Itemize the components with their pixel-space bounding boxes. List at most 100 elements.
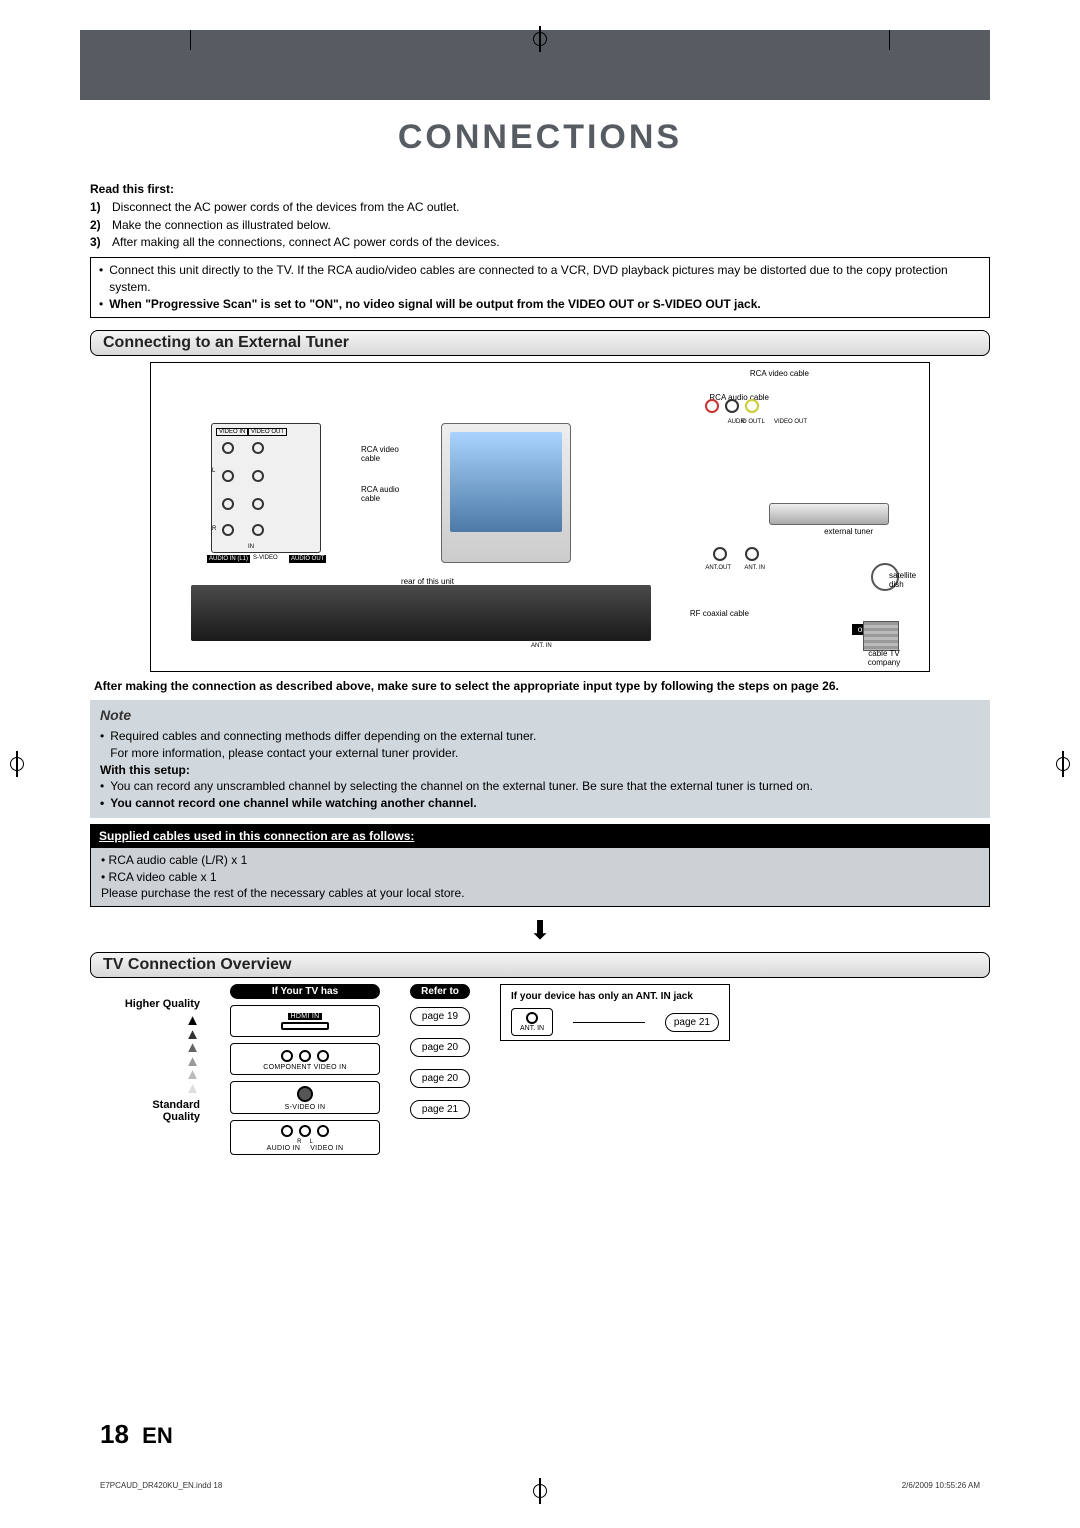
crop-bar (190, 30, 191, 50)
supplied-line-3: Please purchase the rest of the necessar… (101, 885, 979, 902)
step-num: 1) (90, 199, 108, 216)
section-tv-overview: TV Connection Overview (90, 952, 990, 978)
audio-in-label: AUDIO IN (267, 1145, 301, 1152)
cable-company-icon (863, 621, 899, 651)
ant-panel: If your device has only an ANT. IN jack … (500, 984, 730, 1041)
supplied-cables-box: Supplied cables used in this connection … (90, 824, 990, 907)
video-in-label: VIDEO IN (310, 1145, 343, 1152)
label-ant-out: ANT.OUT (705, 565, 731, 571)
label-ant-in: ANT. IN (531, 643, 552, 649)
av-box: R L AUDIO IN VIDEO IN (230, 1120, 380, 1155)
label-video-in-top: VIDEO IN (216, 428, 248, 436)
refer-column: Refer to page 19 page 20 page 20 page 21 (410, 984, 470, 1131)
read-first-heading: Read this first: (90, 182, 174, 196)
refer-to-pill: Refer to (410, 984, 470, 999)
bullet-icon: • (99, 262, 103, 296)
port-icon (222, 524, 234, 536)
label-r-tv: R (741, 419, 745, 425)
external-tuner-icon (769, 503, 889, 525)
label-rf-coaxial: RF coaxial cable (690, 609, 749, 618)
label-ant-in2: ANT. IN (744, 565, 765, 571)
page-title: CONNECTIONS (90, 100, 990, 175)
hdmi-label: HDMI IN (288, 1013, 323, 1020)
page-footer: 18 EN (100, 1419, 173, 1450)
crop-mark-top (533, 32, 547, 46)
ports-column: If Your TV has HDMI IN COMPONENT VIDEO I… (230, 984, 380, 1161)
step-text: After making all the connections, connec… (112, 234, 500, 251)
jack-icon (317, 1050, 329, 1062)
label-audio-out2: AUDIO OUT (289, 555, 326, 563)
select-input-note: After making the connection as described… (94, 678, 986, 695)
note-line-1: Required cables and connecting methods d… (110, 729, 536, 743)
section-connecting-tuner: Connecting to an External Tuner (90, 330, 990, 356)
jack-icon (299, 1050, 311, 1062)
jack-icon (281, 1050, 293, 1062)
step-row: 3) After making all the connections, con… (90, 234, 990, 251)
note-line-4: You cannot record one channel while watc… (110, 795, 477, 812)
page-ref-20a: page 20 (410, 1038, 470, 1057)
hdmi-box: HDMI IN (230, 1005, 380, 1037)
port-icon (222, 498, 234, 510)
supplied-heading: Supplied cables used in this connection … (91, 825, 989, 848)
port-icon (252, 470, 264, 482)
bullet-icon: • (100, 778, 104, 795)
note-line-2: For more information, please contact you… (110, 746, 458, 760)
label-cable-tv: cable TV company (861, 649, 907, 667)
note-title: Note (100, 706, 980, 726)
higher-quality-label: Higher Quality (120, 998, 200, 1010)
intro-block: Read this first: 1) Disconnect the AC po… (90, 181, 990, 251)
page-number: 18 (100, 1419, 129, 1449)
warning-box: • Connect this unit directly to the TV. … (90, 257, 990, 317)
supplied-line-2: • RCA video cable x 1 (101, 869, 979, 886)
standard-quality-label: Standard Quality (120, 1099, 200, 1123)
page-lang: EN (142, 1423, 173, 1448)
with-setup-heading: With this setup: (100, 763, 190, 777)
svideo-box: S-VIDEO IN (230, 1081, 380, 1114)
port-icon (713, 547, 727, 561)
jack-icon (281, 1125, 293, 1137)
port-icon (252, 442, 264, 454)
port-icon (252, 524, 264, 536)
print-timestamp: 2/6/2009 10:55:26 AM (902, 1481, 980, 1490)
label-video-out-top: VIDEO OUT (248, 428, 287, 436)
page-ref-21b: page 21 (665, 1013, 719, 1032)
label-rca-video-cable2: RCA video cable (361, 445, 407, 463)
crop-mark-left (10, 757, 24, 771)
svideo-jack-icon (297, 1086, 313, 1102)
warning-text-1: Connect this unit directly to the TV. If… (109, 262, 981, 296)
step-num: 3) (90, 234, 108, 251)
label-s-video: S-VIDEO (253, 555, 278, 561)
jack-panel: VIDEO IN VIDEO OUT L R IN (211, 423, 321, 553)
tv-icon (441, 423, 571, 563)
port-icon (745, 399, 759, 413)
label-rca-audio-cable2: RCA audio cable (361, 485, 407, 503)
port-icon (725, 399, 739, 413)
label-l2: L (212, 468, 215, 474)
ant-jack-icon (526, 1012, 538, 1024)
port-icon (222, 442, 234, 454)
supplied-line-1: • RCA audio cable (L/R) x 1 (101, 852, 979, 869)
quality-arrows-icon: ▲▲▲▲▲▲ (120, 1014, 200, 1095)
component-label: COMPONENT VIDEO IN (263, 1064, 346, 1071)
port-icon (222, 470, 234, 482)
warning-text-2: When "Progressive Scan" is set to "ON", … (109, 296, 761, 313)
label-video-out-tv: VIDEO OUT (774, 419, 807, 425)
label-satellite-dish: satellite dish (889, 571, 923, 589)
step-text: Disconnect the AC power cords of the dev… (112, 199, 460, 216)
crop-mark-right (1056, 757, 1070, 771)
jack-icon (317, 1125, 329, 1137)
hdmi-slot-icon (281, 1022, 329, 1030)
label-audio-in-l1: AUDIO IN (L1) (207, 555, 250, 563)
quality-column: Higher Quality ▲▲▲▲▲▲ Standard Quality (120, 984, 200, 1123)
page-ref-20b: page 20 (410, 1069, 470, 1088)
ant-heading: If your device has only an ANT. IN jack (511, 991, 719, 1002)
jack-icon (299, 1125, 311, 1137)
note-line-3: You can record any unscrambled channel b… (110, 778, 813, 795)
label-rca-video-cable: RCA video cable (750, 369, 809, 378)
port-icon (705, 399, 719, 413)
step-row: 1) Disconnect the AC power cords of the … (90, 199, 990, 216)
if-your-tv-pill: If Your TV has (230, 984, 380, 999)
port-icon (745, 547, 759, 561)
ant-ports (713, 547, 759, 561)
print-file: E7PCAUD_DR420KU_EN.indd 18 (100, 1481, 222, 1490)
